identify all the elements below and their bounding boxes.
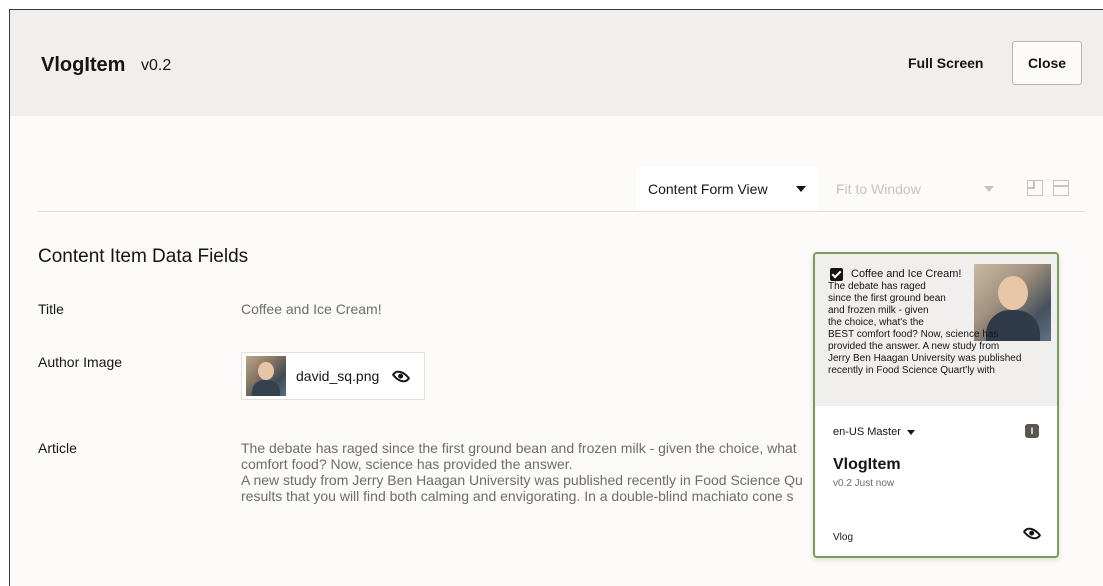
status-badge: I xyxy=(1025,424,1039,438)
field-label-author-image: Author Image xyxy=(38,354,123,370)
content-item-card[interactable]: Coffee and Ice Cream! The debate has rag… xyxy=(813,252,1059,558)
card-item-name: VlogItem xyxy=(833,456,901,473)
chevron-down-icon xyxy=(906,429,915,435)
card-text-line: the choice, what's the xyxy=(828,317,924,328)
card-text-line: recently in Food Science Quart'ly with xyxy=(828,365,995,376)
dialog-version: v0.2 xyxy=(141,57,172,74)
section-title: Content Item Data Fields xyxy=(38,246,249,267)
close-button[interactable]: Close xyxy=(1012,41,1082,85)
view-mode-select[interactable]: Content Form View xyxy=(636,167,818,210)
eye-icon[interactable] xyxy=(1022,523,1042,544)
author-image-thumbnail xyxy=(246,356,286,396)
chevron-down-icon xyxy=(796,185,806,192)
zoom-mode-value: Fit to Window xyxy=(836,180,921,197)
split-layout-icon[interactable] xyxy=(1027,180,1043,196)
field-label-title: Title xyxy=(38,301,64,317)
select-checkbox[interactable] xyxy=(830,268,843,281)
card-text-line: BEST comfort food? Now, science has xyxy=(828,329,999,340)
card-preview: Coffee and Ice Cream! The debate has rag… xyxy=(815,254,1057,406)
view-mode-value: Content Form View xyxy=(648,180,768,197)
language-select[interactable]: en-US Master xyxy=(833,426,915,438)
zoom-mode-select: Fit to Window xyxy=(830,167,1000,210)
card-item-meta: v0.2 Just now xyxy=(833,478,895,489)
chevron-down-icon xyxy=(984,185,994,192)
field-value-title: Coffee and Ice Cream! xyxy=(241,301,382,317)
dialog-title: VlogItem xyxy=(41,54,126,76)
toolbar-divider xyxy=(38,211,1086,212)
field-label-article: Article xyxy=(38,440,77,456)
dialog-header: VlogItem v0.2 Full Screen Close xyxy=(10,10,1103,116)
card-preview-text: The debate has raged since the first gro… xyxy=(828,281,1048,377)
card-text-line: provided the answer. A new study from xyxy=(828,341,1000,352)
card-preview-title: Coffee and Ice Cream! xyxy=(851,268,962,280)
card-text-line: since the first ground bean xyxy=(828,293,946,304)
card-item-type: Vlog xyxy=(833,532,854,543)
author-image-filename: david_sq.png xyxy=(296,368,380,384)
full-screen-button[interactable]: Full Screen xyxy=(894,41,997,85)
card-text-line: Jerry Ben Haagan University was publishe… xyxy=(828,353,1022,364)
card-text-line: and frozen milk - given xyxy=(828,305,929,316)
dialog-frame: VlogItem v0.2 Full Screen Close Content … xyxy=(9,9,1103,586)
panel-layout-icon[interactable] xyxy=(1053,180,1069,196)
language-value: en-US Master xyxy=(833,426,901,438)
card-text-line: The debate has raged xyxy=(828,281,926,292)
eye-icon[interactable] xyxy=(391,366,411,386)
author-image-chip[interactable]: david_sq.png xyxy=(241,352,425,400)
